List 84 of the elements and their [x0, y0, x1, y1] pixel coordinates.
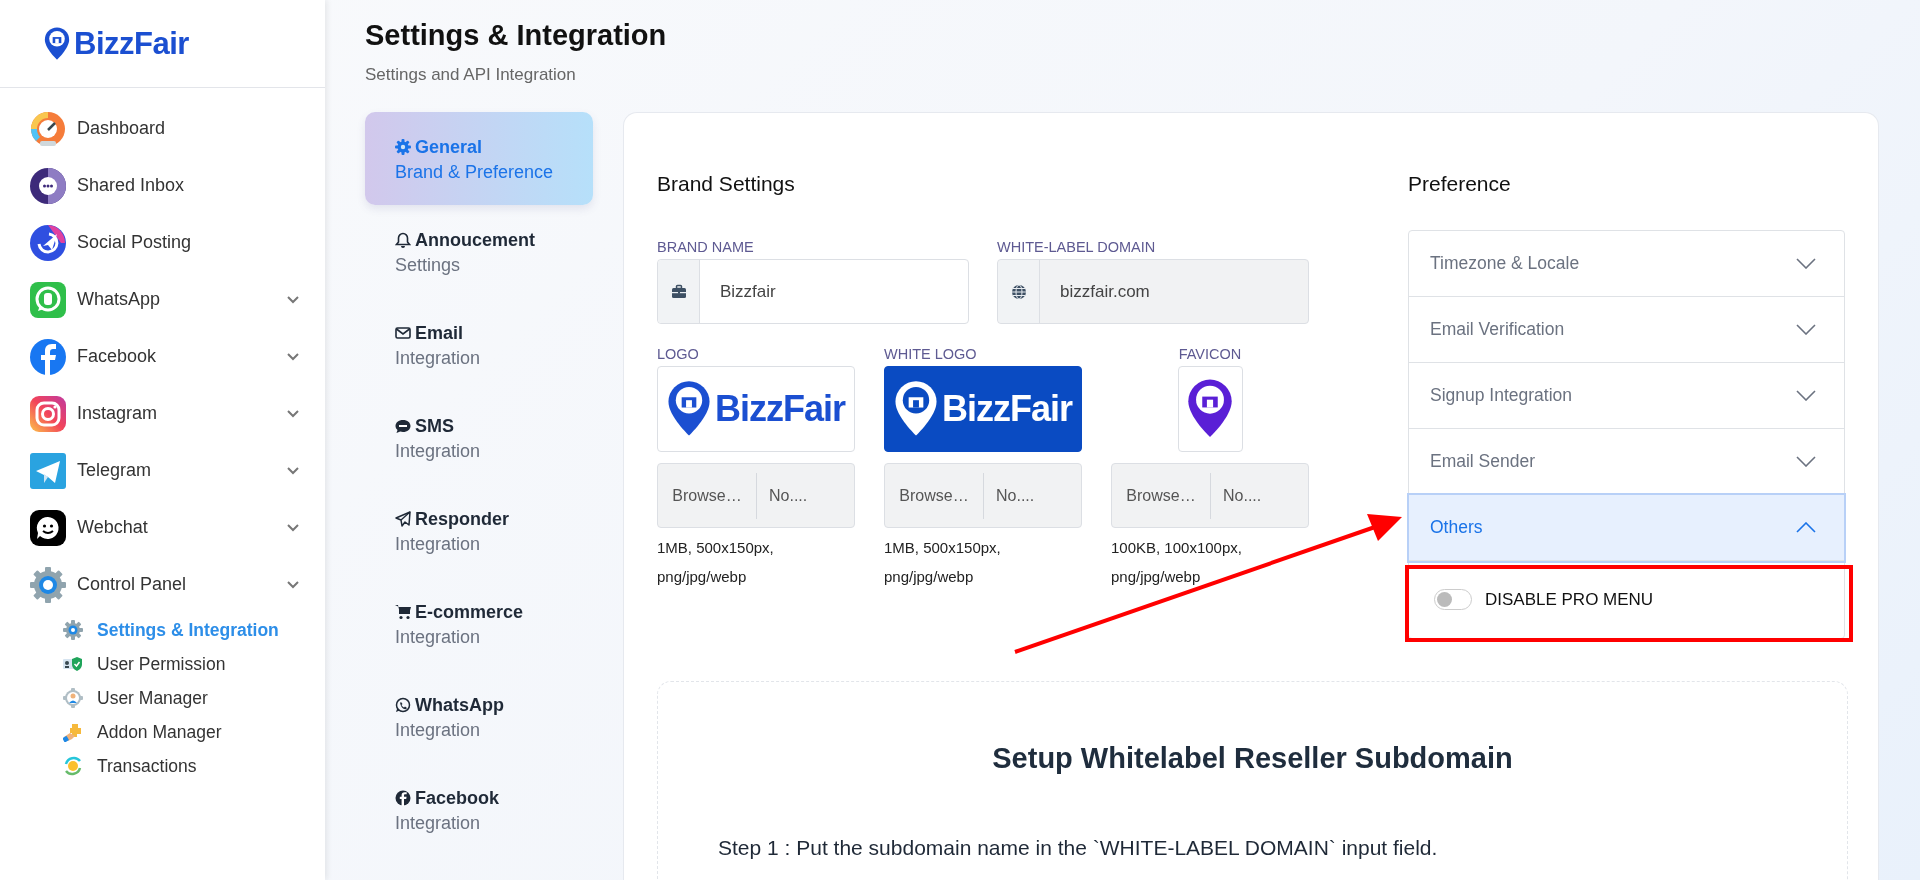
gear-icon: [29, 565, 67, 604]
puzzle-hand-icon: [63, 722, 83, 742]
field-label: FAVICON: [1178, 346, 1242, 363]
gauge-icon: [29, 109, 67, 148]
globe-icon: [1010, 283, 1027, 300]
logo-text: BizzFair: [715, 388, 845, 430]
settings-tab[interactable]: E-commerce Integration: [365, 577, 593, 670]
file-hint: 1MB, 500x150px, png/jpg/webp: [657, 538, 775, 587]
gear-person-icon: [63, 688, 83, 708]
chevron-down-icon: [1796, 258, 1816, 269]
logo-text: BizzFair: [74, 25, 189, 62]
file-hint: 1MB, 500x150px, png/jpg/webp: [884, 538, 1002, 587]
settings-tab[interactable]: WhatsApp Integration: [365, 670, 593, 763]
sidebar-item[interactable]: Social Posting: [0, 214, 325, 271]
sidebar-item[interactable]: Instagram: [0, 385, 325, 442]
settings-tab[interactable]: SMS Integration: [365, 391, 593, 484]
accordion-header[interactable]: Others: [1409, 495, 1844, 561]
chevron-down-icon: [287, 409, 299, 418]
field-label: WHITE-LABEL DOMAIN: [997, 239, 1157, 256]
coin-cycle-icon: [63, 756, 83, 776]
submenu-item[interactable]: Transactions: [0, 749, 207, 783]
paper-plane-icon: [29, 223, 67, 262]
file-input[interactable]: Browse… No....: [884, 463, 1082, 528]
file-input[interactable]: Browse… No....: [657, 463, 855, 528]
chevron-down-icon: [1796, 456, 1816, 467]
chevron-down-icon: [287, 466, 299, 475]
bell-icon: [395, 232, 411, 248]
instructions-title: Setup Whitelabel Reseller Subdomain: [991, 741, 1514, 776]
settings-tab[interactable]: Email Integration: [365, 298, 593, 391]
sidebar-item[interactable]: WhatsApp: [0, 271, 325, 328]
smiley-bubble-icon: [29, 508, 67, 547]
settings-tab[interactable]: Responder Integration: [365, 484, 593, 577]
settings-tab[interactable]: Facebook Integration: [365, 763, 593, 856]
field-label: WHITE LOGO: [884, 346, 978, 363]
envelope-icon: [395, 325, 411, 341]
file-input[interactable]: Browse… No....: [1111, 463, 1309, 528]
settings-tab[interactable]: Annoucement Settings: [365, 205, 593, 298]
sidebar-item[interactable]: Facebook: [0, 328, 325, 385]
sidebar-item[interactable]: Dashboard: [0, 100, 325, 157]
section-title: Preference: [1408, 171, 1512, 197]
toggle-switch[interactable]: [1434, 589, 1472, 610]
input-group[interactable]: Bizzfair: [657, 259, 969, 324]
chevron-down-icon: [287, 295, 299, 304]
f-letter-icon: [29, 337, 67, 376]
chat-bubble-icon: [395, 418, 411, 434]
accordion-header[interactable]: Email Verification: [1409, 297, 1844, 363]
option-label: DISABLE PRO MENU: [1485, 589, 1654, 610]
accordion-header[interactable]: Signup Integration: [1409, 363, 1844, 429]
logo-text: BizzFair: [942, 388, 1072, 430]
sidebar-item[interactable]: Webchat: [0, 499, 325, 556]
input-field[interactable]: Bizzfair: [700, 260, 968, 323]
chevron-down-icon: [287, 352, 299, 361]
briefcase-icon: [670, 283, 687, 300]
chevron-down-icon: [1796, 324, 1816, 335]
gear-icon: [395, 139, 411, 155]
gear-icon: [63, 620, 83, 640]
map-pin-icon: [44, 25, 70, 62]
phone-bubble-icon: [395, 697, 411, 713]
instruction-step: Step 1 : Put the subdomain name in the `WHITE-LABEL DOMAIN` input field.: [718, 836, 1847, 860]
page-subtitle: Settings and API Integration: [365, 65, 576, 85]
f-letter-icon: [395, 790, 411, 806]
sidebar-item[interactable]: Telegram: [0, 442, 325, 499]
chevron-down-icon: [287, 580, 299, 589]
paper-plane-icon: [29, 451, 67, 490]
phone-bubble-icon: [29, 280, 67, 319]
section-title: Brand Settings: [657, 171, 796, 197]
submenu-item[interactable]: User Manager: [0, 681, 218, 715]
file-hint: 100KB, 100x100px, png/jpg/webp: [1111, 538, 1243, 587]
paper-plane-icon: [395, 511, 411, 527]
chevron-down-icon: [1796, 390, 1816, 401]
sidebar-item[interactable]: Control Panel: [0, 556, 325, 613]
camera-icon: [29, 394, 67, 433]
chevron-up-icon: [1796, 522, 1816, 533]
page-title: Settings & Integration: [365, 18, 667, 53]
accordion-header[interactable]: Timezone & Locale: [1409, 231, 1844, 297]
sidebar-item[interactable]: Shared Inbox: [0, 157, 325, 214]
field-label: LOGO: [657, 346, 700, 363]
chevron-down-icon: [287, 523, 299, 532]
id-card-shield-icon: [63, 654, 83, 674]
cart-icon: [395, 604, 411, 620]
submenu-item[interactable]: User Permission: [0, 647, 236, 681]
chat-bubble-icon: [29, 166, 67, 205]
submenu-item[interactable]: Addon Manager: [0, 715, 232, 749]
field-label: BRAND NAME: [657, 239, 755, 256]
